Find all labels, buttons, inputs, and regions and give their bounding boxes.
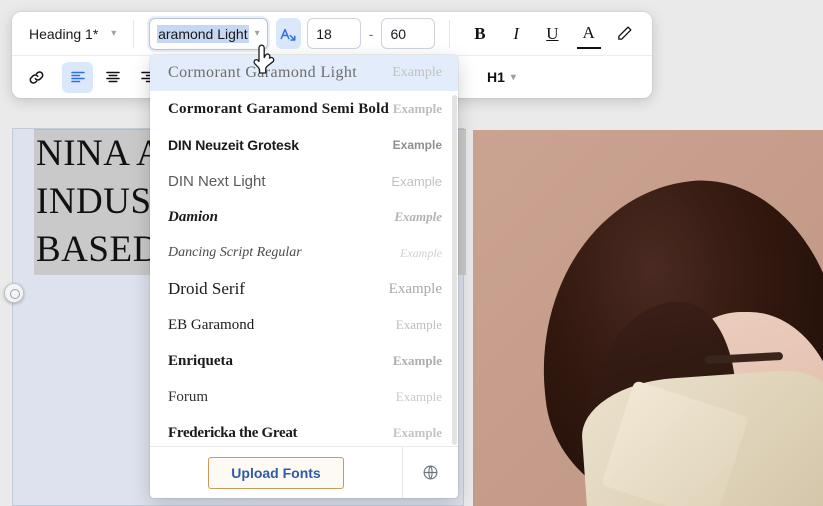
upload-fonts-area: Upload Fonts — [150, 456, 402, 489]
font-list-item-example: Example — [392, 65, 442, 80]
font-list-item-example: Example — [392, 138, 442, 152]
font-list-item[interactable]: Damion Example — [150, 199, 458, 235]
heading-level-select[interactable]: H1 ▾ — [487, 63, 547, 91]
font-list-item-name: Enriqueta — [168, 352, 234, 369]
bold-button[interactable]: B — [468, 19, 492, 49]
heading-level-label: H1 — [487, 69, 505, 85]
link-icon[interactable] — [21, 62, 52, 93]
align-center-icon[interactable] — [97, 62, 128, 93]
font-dropdown: Cormorant Garamond Light Example Cormorant… — [150, 55, 458, 498]
font-name-value: aramond Light — [157, 24, 249, 43]
align-left-icon[interactable] — [62, 61, 93, 93]
font-list-item-example: Example — [392, 353, 442, 368]
font-list-scrollbar[interactable] — [452, 95, 457, 445]
pencil-icon[interactable] — [613, 19, 637, 49]
toolbar-divider — [133, 19, 135, 48]
font-list-item[interactable]: Fredericka the Great Example — [150, 415, 458, 446]
font-list-item[interactable]: Cormorant Garamond Light Example — [150, 55, 458, 91]
font-name-input[interactable]: aramond Light ▾ — [149, 17, 268, 50]
font-list-item-name: DIN Next Light — [168, 172, 266, 190]
font-size-range-separator: - — [368, 25, 374, 42]
chevron-down-icon: ▾ — [510, 71, 516, 83]
font-list-item[interactable]: Dancing Script Regular Example — [150, 235, 458, 271]
font-list-item-example: Example — [392, 101, 442, 116]
toolbar-row-primary: Heading 1* ▾ aramond Light ▾ 18 - 60 B I… — [12, 12, 652, 55]
font-size-max-input[interactable]: 60 — [381, 18, 435, 49]
font-list-item[interactable]: Enriqueta Example — [150, 343, 458, 379]
chevron-down-icon: ▾ — [111, 28, 117, 39]
font-list-item-example: Example — [394, 209, 442, 224]
font-list-item[interactable]: EB Garamond Example — [150, 307, 458, 343]
font-size-min-input[interactable]: 18 — [307, 18, 361, 49]
font-list-item[interactable]: DIN Next Light Example — [150, 163, 458, 199]
font-list-item-name: Damion — [168, 208, 219, 225]
font-size-min-value: 18 — [316, 25, 332, 42]
font-list-item-name: Cormorant Garamond Semi Bold — [168, 100, 390, 117]
font-size-max-value: 60 — [390, 25, 407, 42]
chevron-down-icon[interactable]: ▾ — [255, 28, 260, 39]
font-list-item-name: Dancing Script Regular — [168, 245, 302, 260]
app-root: NINA A INDUST BASED I Heading 1* ▾ aramo… — [0, 0, 823, 506]
italic-button[interactable]: I — [504, 19, 528, 49]
font-list-item-example: Example — [391, 173, 442, 189]
font-list-item-example: Example — [392, 425, 442, 440]
font-list-item-name: EB Garamond — [168, 316, 255, 333]
font-list[interactable]: Cormorant Garamond Light Example Cormorant… — [150, 55, 458, 446]
font-list-item[interactable]: Cormorant Garamond Semi Bold Example — [150, 91, 458, 127]
font-list-item-name: Cormorant Garamond Light — [168, 64, 358, 81]
font-list-item-example: Example — [395, 389, 442, 404]
font-list-item-example: Example — [400, 245, 442, 260]
portrait-photo[interactable] — [473, 130, 823, 506]
font-list-item-example: Example — [395, 317, 442, 332]
font-list-item[interactable]: Forum Example — [150, 379, 458, 415]
font-list-item-name: DIN Neuzeit Grotesk — [168, 137, 299, 153]
font-list-item-example: Example — [388, 280, 442, 297]
globe-icon[interactable] — [402, 447, 458, 498]
paragraph-style-select[interactable]: Heading 1* ▾ — [21, 19, 124, 49]
toolbar-divider — [448, 19, 450, 48]
text-autofit-icon[interactable] — [275, 18, 301, 49]
font-list-item[interactable]: DIN Neuzeit Grotesk Example — [150, 127, 458, 163]
font-list-item[interactable]: Droid Serif Example — [150, 271, 458, 307]
font-list-item-name: Fredericka the Great — [168, 424, 298, 441]
underline-button[interactable]: U — [540, 19, 564, 49]
font-list-item-name: Droid Serif — [168, 279, 245, 298]
resize-handle-icon[interactable] — [4, 283, 24, 303]
font-dropdown-footer: Upload Fonts — [150, 446, 458, 498]
upload-fonts-button[interactable]: Upload Fonts — [208, 456, 344, 489]
paragraph-style-label: Heading 1* — [29, 25, 99, 42]
font-list-item-name: Forum — [168, 388, 209, 405]
font-color-button[interactable]: A — [576, 19, 601, 49]
